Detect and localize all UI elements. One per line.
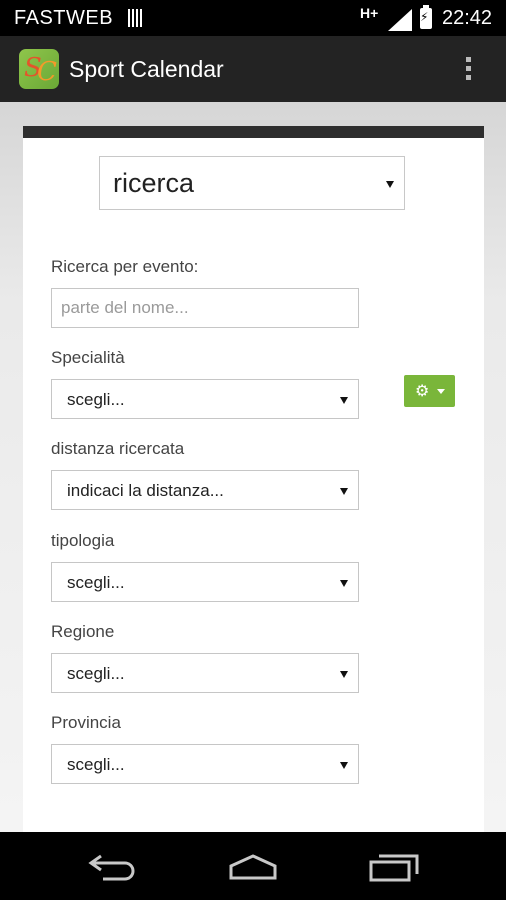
chevron-down-icon <box>340 488 348 495</box>
card-header-band <box>23 126 484 138</box>
settings-dropdown-button[interactable]: ⚙ <box>404 375 455 407</box>
mode-select-value: ricerca <box>113 168 195 198</box>
gear-icon: ⚙ <box>415 383 430 400</box>
provincia-select[interactable]: scegli... <box>51 744 359 784</box>
chevron-down-icon <box>340 397 348 404</box>
back-icon[interactable] <box>83 850 143 884</box>
overflow-menu-icon[interactable] <box>458 54 478 86</box>
distanza-value: indicaci la distanza... <box>67 481 224 500</box>
status-bar: FASTWEB H+ 22:42 <box>0 0 506 36</box>
tipologia-label: tipologia <box>51 531 115 550</box>
home-icon[interactable] <box>223 850 283 884</box>
specialita-value: scegli... <box>67 390 125 409</box>
carrier-name: FASTWEB <box>14 7 114 29</box>
action-bar: SC Sport Calendar <box>0 36 506 102</box>
recent-apps-icon[interactable] <box>365 850 425 884</box>
app-title: Sport Calendar <box>69 56 224 82</box>
chevron-down-icon <box>340 671 348 678</box>
cut-off-label <box>51 806 56 814</box>
chevron-down-icon <box>340 580 348 587</box>
regione-label: Regione <box>51 622 115 641</box>
regione-select[interactable]: scegli... <box>51 653 359 693</box>
specialita-label: Specialità <box>51 348 125 367</box>
signal-icon <box>388 9 412 31</box>
provincia-label: Provincia <box>51 713 121 732</box>
battery-charging-icon <box>420 5 432 29</box>
tipologia-value: scegli... <box>67 573 125 592</box>
network-type: H+ <box>360 5 379 21</box>
content-area: ricerca Ricerca per evento: ⚙ Specialità… <box>0 102 506 832</box>
app-logo[interactable]: SC <box>19 49 59 89</box>
event-search-label: Ricerca per evento: <box>51 257 199 276</box>
tipologia-select[interactable]: scegli... <box>51 562 359 602</box>
event-search-input[interactable] <box>51 288 359 328</box>
distanza-label: distanza ricercata <box>51 439 185 458</box>
mode-select[interactable]: ricerca <box>99 156 405 210</box>
chevron-down-icon <box>386 181 394 188</box>
regione-value: scegli... <box>67 664 125 683</box>
navigation-bar <box>0 832 506 900</box>
distanza-select[interactable]: indicaci la distanza... <box>51 470 359 510</box>
specialita-select[interactable]: scegli... <box>51 379 359 419</box>
clock: 22:42 <box>442 7 493 29</box>
chevron-down-icon <box>340 762 348 769</box>
provincia-value: scegli... <box>67 755 125 774</box>
search-card: ricerca Ricerca per evento: ⚙ Specialità… <box>23 126 484 832</box>
chevron-down-icon <box>437 389 445 394</box>
sim-icon <box>128 9 144 27</box>
